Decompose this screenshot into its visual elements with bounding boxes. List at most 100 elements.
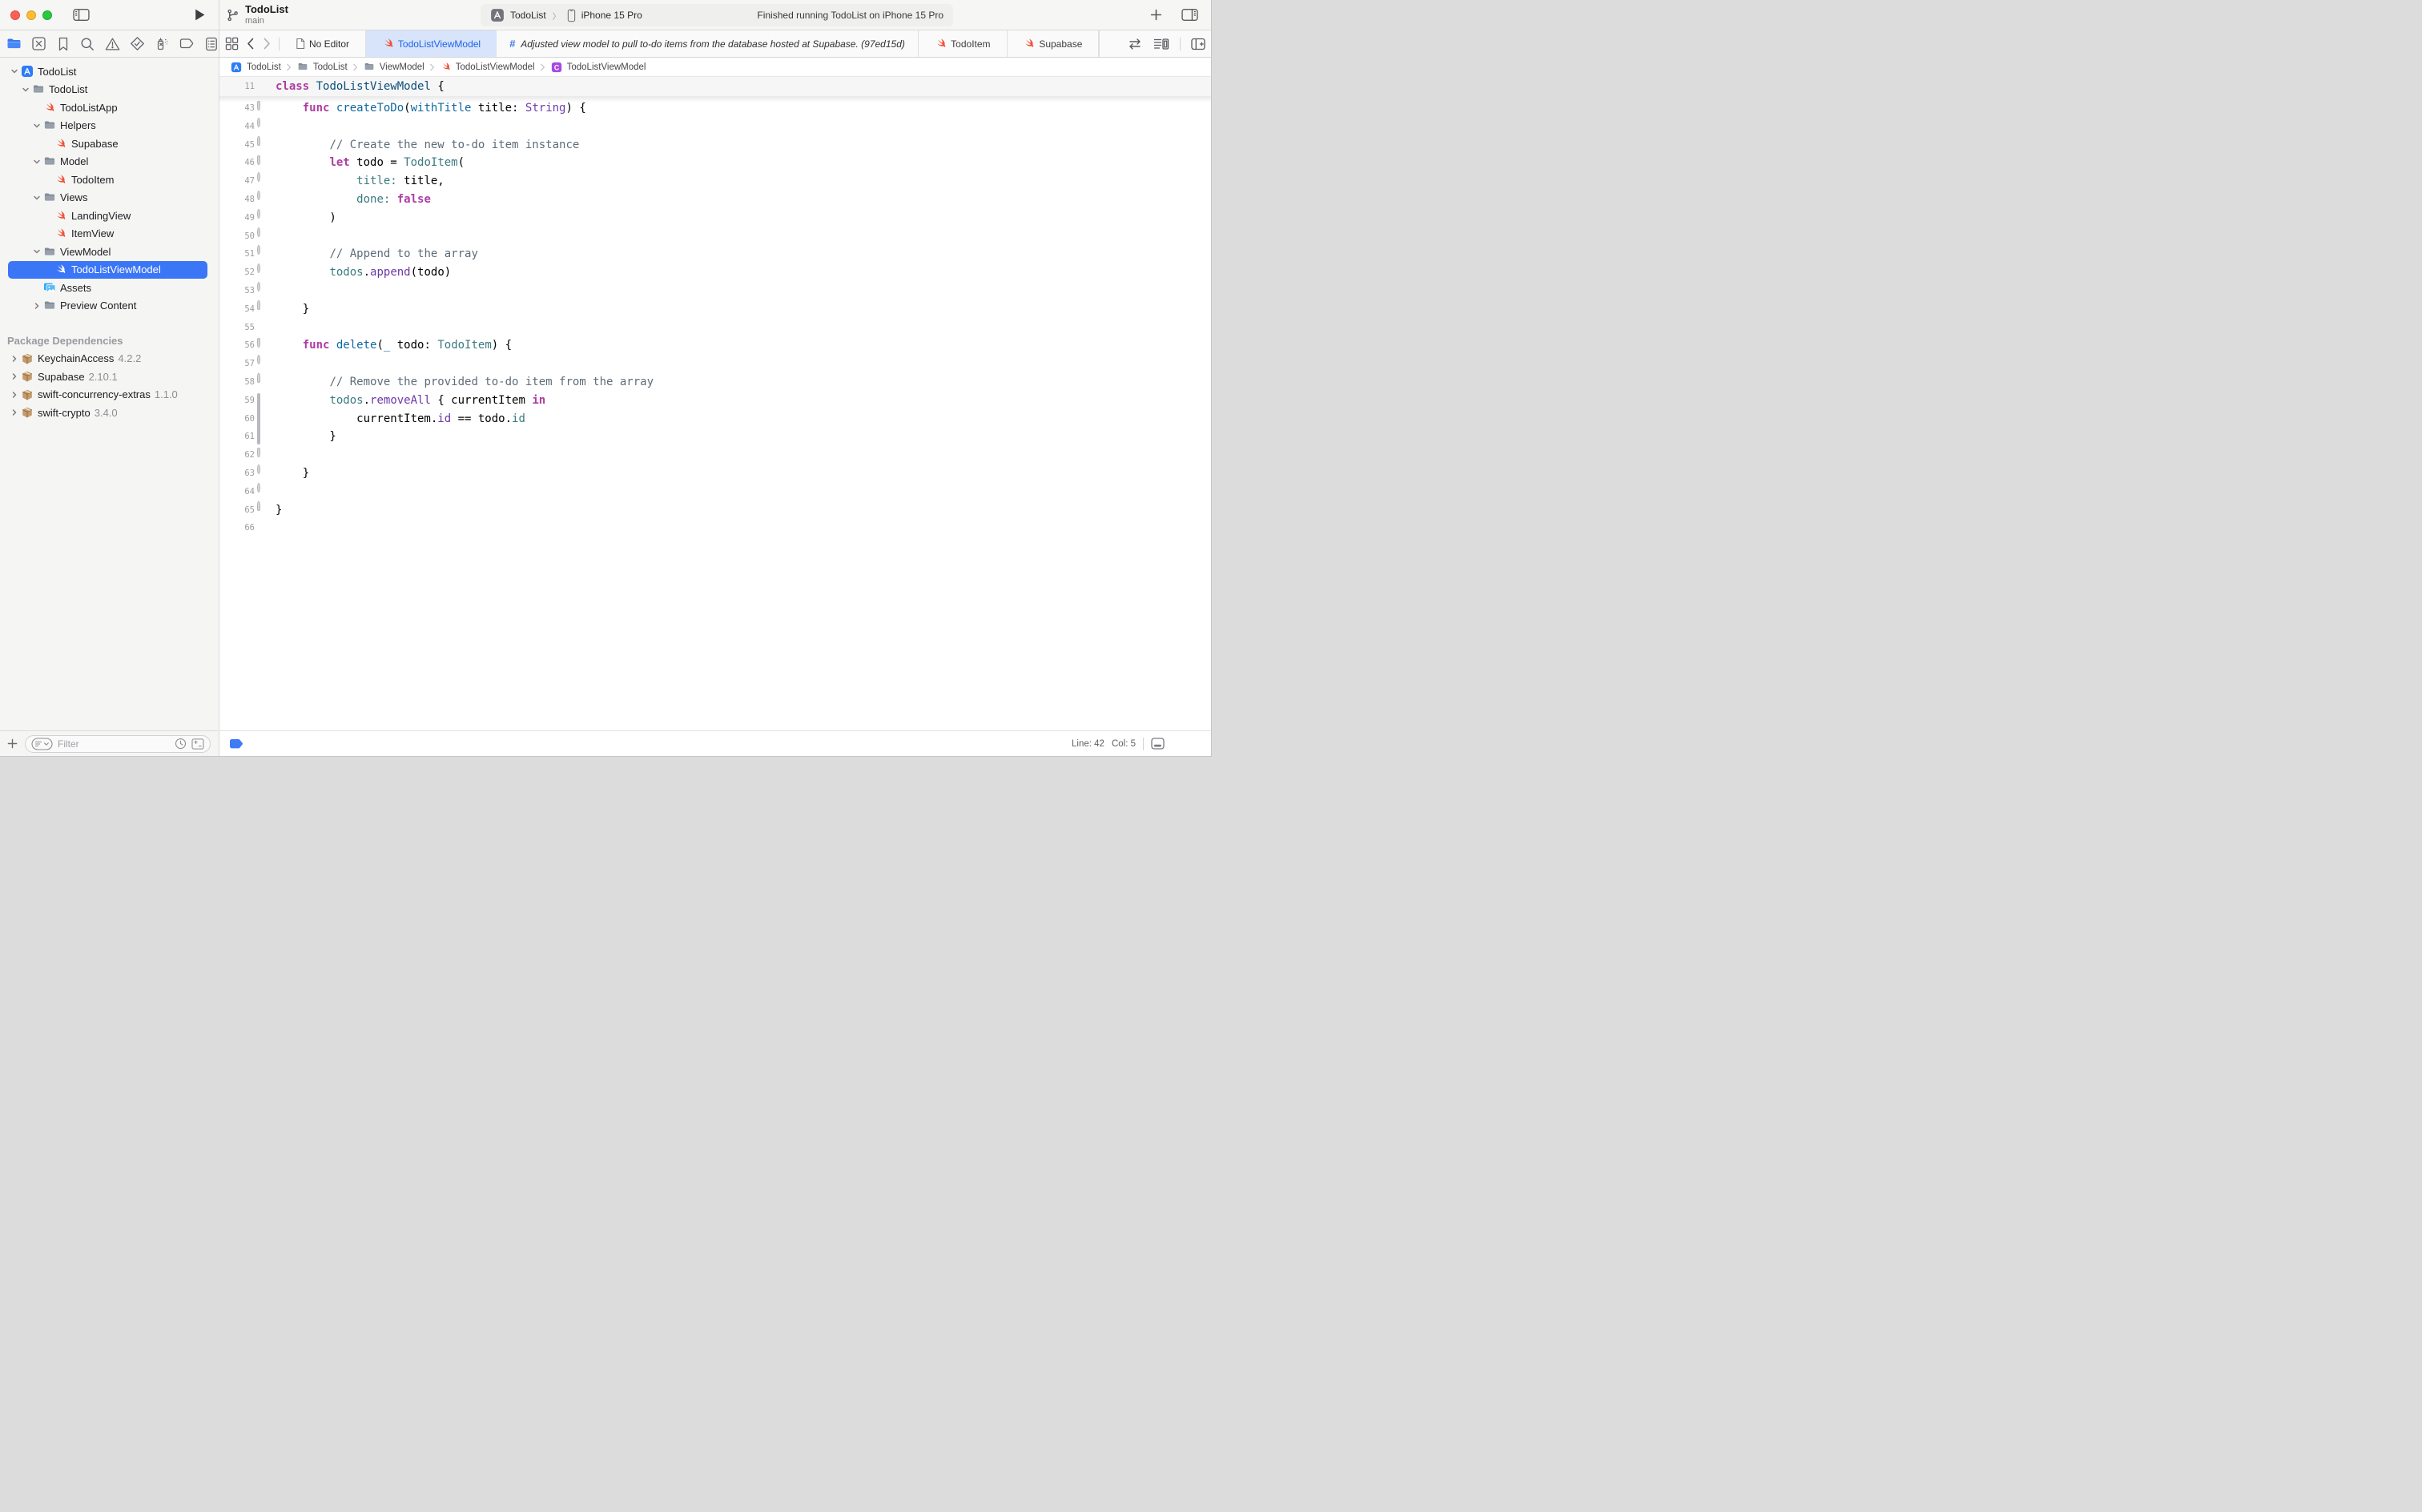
disclosure-closed-icon[interactable] xyxy=(8,391,20,399)
line-number[interactable]: 56 xyxy=(219,336,255,355)
package-item-supabase[interactable]: Supabase2.10.1 xyxy=(0,368,218,386)
filter-field[interactable]: Filter xyxy=(25,735,211,753)
file-tree-item-views[interactable]: Views xyxy=(0,189,218,207)
line-number[interactable]: 60 xyxy=(219,410,255,428)
minimize-window-button[interactable] xyxy=(26,10,36,20)
run-button[interactable] xyxy=(194,8,206,22)
breadcrumb-item-1[interactable]: TodoList xyxy=(296,61,348,73)
scheme-name[interactable]: TodoList xyxy=(510,10,546,21)
file-tree-item-todoitem[interactable]: TodoItem xyxy=(0,171,218,189)
file-tree-item-todolist[interactable]: TodoList xyxy=(0,81,218,99)
disclosure-closed-icon[interactable] xyxy=(8,408,20,416)
navigator-tab-debug-icon[interactable] xyxy=(155,36,170,51)
disclosure-closed-icon[interactable] xyxy=(8,355,20,363)
line-number[interactable]: 51 xyxy=(219,245,255,263)
line-number[interactable]: 53 xyxy=(219,282,255,300)
code-line-48: 48 done: false xyxy=(219,191,1211,209)
source-control-filter-icon[interactable] xyxy=(191,738,204,750)
tab-todolistviewmodel[interactable]: TodoListViewModel xyxy=(366,30,497,57)
editor-grid-icon[interactable] xyxy=(225,37,239,50)
navigator-tab-issues-icon[interactable] xyxy=(105,36,120,51)
disclosure-closed-icon[interactable] xyxy=(30,302,42,310)
line-number[interactable]: 64 xyxy=(219,483,255,501)
line-number[interactable]: 50 xyxy=(219,227,255,246)
tab-commit[interactable]: # Adjusted view model to pull to-do item… xyxy=(497,30,919,57)
line-number[interactable]: 54 xyxy=(219,300,255,319)
filter-icon[interactable] xyxy=(31,738,53,750)
navigator-tab-reports-icon[interactable] xyxy=(204,36,219,51)
add-editor-icon[interactable] xyxy=(1191,38,1205,50)
toggle-inspector-icon[interactable] xyxy=(1181,8,1198,22)
file-tree-item-assets[interactable]: Assets xyxy=(0,279,218,297)
disclosure-open-icon[interactable] xyxy=(30,247,42,255)
breadcrumb-item-0[interactable]: TodoList xyxy=(230,61,281,74)
add-button[interactable] xyxy=(1150,9,1162,21)
editor-adjust-icon[interactable] xyxy=(1151,738,1165,750)
window-project-title: TodoList xyxy=(245,4,288,16)
line-number[interactable]: 47 xyxy=(219,172,255,191)
line-number[interactable]: 52 xyxy=(219,263,255,282)
line-number[interactable]: 49 xyxy=(219,209,255,227)
package-item-swift-concurrency-extras[interactable]: swift-concurrency-extras1.1.0 xyxy=(0,386,218,404)
navigator-tab-source-control-changes-icon[interactable] xyxy=(31,36,46,51)
file-tree-item-viewmodel[interactable]: ViewModel xyxy=(0,243,218,261)
zoom-window-button[interactable] xyxy=(42,10,52,20)
tab-no-editor[interactable]: No Editor xyxy=(280,30,366,57)
scheme-activity-bar[interactable]: TodoList 〉 iPhone 15 Pro Finished runnin… xyxy=(481,4,953,26)
recent-files-clock-icon[interactable] xyxy=(175,738,187,750)
line-number[interactable]: 66 xyxy=(219,519,255,537)
breadcrumb-item-3[interactable]: TodoListViewModel xyxy=(440,61,535,73)
breadcrumb-label: TodoList xyxy=(313,62,348,72)
disclosure-open-icon[interactable] xyxy=(30,194,42,202)
disclosure-closed-icon[interactable] xyxy=(8,372,20,380)
back-button[interactable] xyxy=(247,38,255,50)
breakpoint-toggle[interactable] xyxy=(230,739,243,749)
navigator-tab-tests-icon[interactable] xyxy=(130,36,145,51)
breadcrumb-chevron-icon xyxy=(429,63,435,71)
tab-supabase[interactable]: Supabase xyxy=(1008,30,1099,57)
line-number[interactable]: 57 xyxy=(219,355,255,373)
close-window-button[interactable] xyxy=(10,10,20,20)
breadcrumb-item-4[interactable]: CTodoListViewModel xyxy=(550,61,646,74)
forward-button[interactable] xyxy=(263,38,271,50)
disclosure-open-icon[interactable] xyxy=(30,158,42,166)
line-number[interactable]: 46 xyxy=(219,154,255,172)
line-number[interactable]: 58 xyxy=(219,373,255,392)
line-number[interactable]: 48 xyxy=(219,191,255,209)
line-number[interactable]: 44 xyxy=(219,118,255,136)
code-review-icon[interactable] xyxy=(1127,38,1143,50)
file-tree-item-todolistapp[interactable]: TodoListApp xyxy=(0,99,218,117)
line-number[interactable]: 55 xyxy=(219,319,255,337)
line-number[interactable]: 63 xyxy=(219,464,255,483)
package-item-swift-crypto[interactable]: swift-crypto3.4.0 xyxy=(0,404,218,422)
disclosure-open-icon[interactable] xyxy=(8,67,20,75)
disclosure-open-icon[interactable] xyxy=(19,86,31,94)
navigator-tab-bookmarks-icon[interactable] xyxy=(56,36,70,51)
disclosure-open-icon[interactable] xyxy=(30,122,42,130)
line-number[interactable]: 62 xyxy=(219,446,255,464)
package-item-keychainaccess[interactable]: KeychainAccess4.2.2 xyxy=(0,350,218,368)
file-tree-item-landingview[interactable]: LandingView xyxy=(0,207,218,225)
file-tree-item-itemview[interactable]: ItemView xyxy=(0,225,218,243)
breadcrumb-item-2[interactable]: ViewModel xyxy=(363,61,424,73)
file-tree-item-model[interactable]: Model xyxy=(0,153,218,171)
navigator-tab-breakpoints-icon[interactable] xyxy=(179,36,195,51)
file-tree-item-supabase[interactable]: Supabase xyxy=(0,135,218,153)
navigator-tab-find-icon[interactable] xyxy=(80,36,95,51)
file-tree-item-preview-content[interactable]: Preview Content xyxy=(0,297,218,316)
file-tree-item-todolist[interactable]: TodoList xyxy=(0,62,218,81)
change-bar xyxy=(257,282,260,292)
file-tree-item-todolistviewmodel[interactable]: TodoListViewModel xyxy=(0,261,218,279)
line-number[interactable]: 45 xyxy=(219,136,255,155)
tab-todoitem[interactable]: TodoItem xyxy=(919,30,1008,57)
minimap-icon[interactable] xyxy=(1153,38,1169,50)
line-number[interactable]: 59 xyxy=(219,392,255,410)
line-number[interactable]: 61 xyxy=(219,428,255,446)
navigator-tab-project-navigator-icon[interactable] xyxy=(6,36,22,51)
line-number[interactable]: 65 xyxy=(219,501,255,520)
file-tree-item-helpers[interactable]: Helpers xyxy=(0,117,218,135)
add-file-button[interactable] xyxy=(7,738,18,749)
run-destination[interactable]: iPhone 15 Pro xyxy=(581,10,642,21)
toggle-navigator-icon[interactable] xyxy=(73,8,90,22)
code-editor[interactable]: 11 class TodoListViewModel { 43 func cre… xyxy=(219,77,1211,730)
